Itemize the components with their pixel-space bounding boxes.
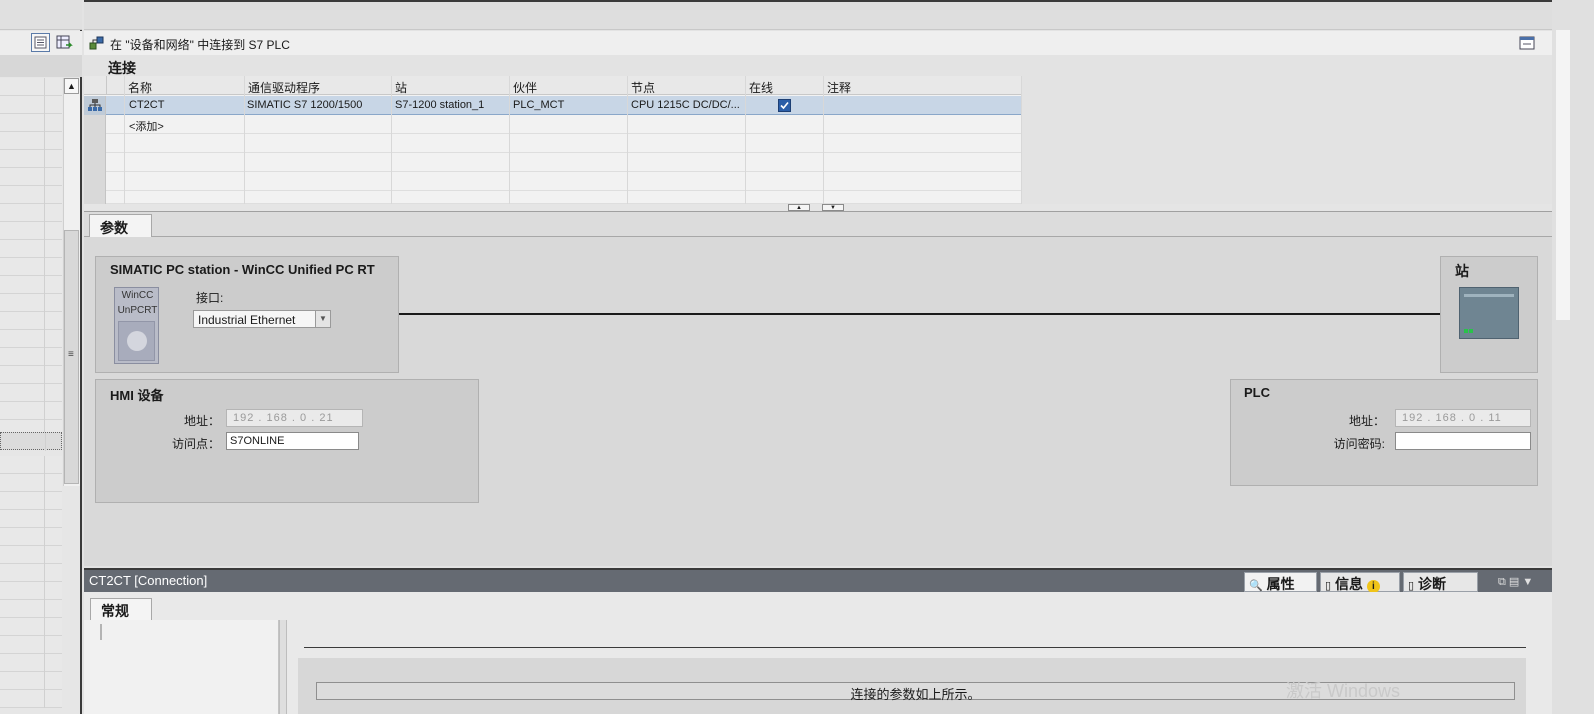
- row-header-corner: [84, 76, 107, 95]
- station-title: 站: [1455, 263, 1469, 279]
- scroll-thumb[interactable]: ≡: [64, 230, 79, 484]
- tab-info-label: 信息: [1334, 576, 1363, 592]
- plc-address-field[interactable]: 192 . 168 . 0 . 11: [1395, 409, 1531, 427]
- column-header-comment[interactable]: 注释: [824, 76, 1022, 95]
- window-float-icon[interactable]: ⧉ ▤ ▼: [1498, 575, 1533, 589]
- list-view-icon[interactable]: [31, 33, 50, 52]
- inspector-title: CT2CT [Connection]: [89, 573, 208, 588]
- network-device-icon: [88, 99, 102, 111]
- diagnostics-icon: ▯: [1408, 580, 1415, 592]
- connection-line: [399, 313, 1441, 315]
- hmi-address-field[interactable]: 192 . 168 . 0 . 21: [226, 409, 363, 427]
- cell-comment[interactable]: [824, 96, 1022, 102]
- cell-partner[interactable]: PLC_MCT: [508, 96, 626, 114]
- left-panel: ▲ ≡: [0, 0, 82, 714]
- left-focused-row[interactable]: [0, 432, 62, 451]
- info-tab-icon: ▯: [1325, 580, 1332, 592]
- plc-device-icon[interactable]: [1459, 287, 1519, 339]
- hmi-address-label: 地址：: [183, 414, 220, 428]
- editor-title-bar: [84, 0, 1552, 30]
- editor-toolbar: 在 "设备和网络" 中连接到 S7 PLC: [84, 31, 1552, 55]
- tab-properties-label: 属性: [1266, 576, 1295, 592]
- left-header: [0, 55, 82, 77]
- cell-name[interactable]: CT2CT: [124, 96, 244, 114]
- row-header[interactable]: [84, 96, 106, 115]
- connect-icon[interactable]: [88, 34, 106, 52]
- hmi-access-point-label: 访问点：: [171, 437, 220, 451]
- wincc-icon-line1: WinCC: [121, 290, 154, 301]
- splitter[interactable]: ▲ ▼: [84, 204, 1552, 212]
- cell-driver[interactable]: SIMATIC S7 1200/1500: [242, 96, 389, 114]
- left-scrollbar[interactable]: ▲ ≡: [63, 78, 80, 486]
- inspector-nav: [84, 620, 279, 714]
- cell-node[interactable]: CPU 1215C DC/DC/...: [626, 96, 744, 114]
- plc-address-label: 地址：: [1348, 414, 1385, 428]
- inspector-nav-scrollbar[interactable]: [279, 620, 287, 714]
- column-header-node[interactable]: 节点: [628, 76, 746, 95]
- left-toolbar: [0, 31, 82, 55]
- wincc-device-icon: WinCC UnPCRT: [114, 287, 159, 364]
- grid-view-icon[interactable]: [54, 33, 73, 52]
- grip-icon: ≡: [68, 349, 74, 360]
- checkbox-checked-icon[interactable]: [778, 99, 791, 112]
- properties-icon: 🔍: [1249, 580, 1263, 592]
- pc-station-title: SIMATIC PC station - WinCC Unified PC RT: [110, 262, 375, 277]
- interface-value: Industrial Ethernet: [198, 313, 296, 327]
- right-scrollbar[interactable]: [1556, 30, 1570, 320]
- divider: [304, 647, 1526, 648]
- cell-station[interactable]: S7-1200 station_1: [390, 96, 508, 114]
- plc-password-label: 访问密码:: [1333, 437, 1385, 451]
- hmi-access-point-field[interactable]: S7ONLINE: [226, 432, 359, 450]
- tab-properties[interactable]: 🔍 属性: [1244, 572, 1317, 592]
- hmi-title: HMI 设备: [110, 388, 164, 403]
- table-row[interactable]: CT2CT SIMATIC S7 1200/1500 S7-1200 stati…: [84, 96, 1022, 115]
- tab-diagnostics[interactable]: ▯ 诊断: [1403, 572, 1478, 592]
- add-row[interactable]: <添加>: [84, 115, 1022, 134]
- scroll-up-icon[interactable]: ▲: [64, 78, 79, 94]
- column-header-partner[interactable]: 伙伴: [510, 76, 628, 95]
- column-header-station[interactable]: 站: [392, 76, 510, 95]
- plc-title: PLC: [1244, 385, 1270, 400]
- tab-info[interactable]: ▯ 信息 i: [1320, 572, 1400, 593]
- dropdown-arrow-icon[interactable]: ▼: [315, 311, 330, 327]
- wincc-icon-line2: UnPCRT: [117, 305, 158, 316]
- column-header-driver[interactable]: 通信驱动程序: [245, 76, 392, 95]
- row-header: [84, 115, 106, 134]
- column-header-online[interactable]: 在线: [746, 76, 824, 95]
- interface-dropdown[interactable]: Industrial Ethernet ▼: [193, 310, 331, 328]
- toolbar-title[interactable]: 在 "设备和网络" 中连接到 S7 PLC: [110, 36, 290, 53]
- tab-general[interactable]: 常规: [90, 598, 152, 620]
- tab-params[interactable]: 参数: [89, 214, 152, 237]
- interface-label: 接口:: [196, 291, 224, 305]
- connections-table: 名称 通信驱动程序 站 伙伴 节点 在线 注释 CT2CT SIMATIC S7…: [84, 76, 1022, 204]
- plc-password-field[interactable]: [1395, 432, 1531, 450]
- window-layout-icon[interactable]: [1519, 35, 1536, 51]
- column-header-name[interactable]: 名称: [125, 76, 245, 95]
- activate-windows-watermark: 激活 Windows: [1286, 681, 1401, 701]
- tab-diagnostics-label: 诊断: [1417, 576, 1446, 592]
- splitter-down-icon[interactable]: ▼: [822, 204, 844, 211]
- section-title: 连接: [108, 60, 136, 76]
- left-title-bar: [0, 0, 82, 30]
- splitter-up-icon[interactable]: ▲: [788, 204, 810, 211]
